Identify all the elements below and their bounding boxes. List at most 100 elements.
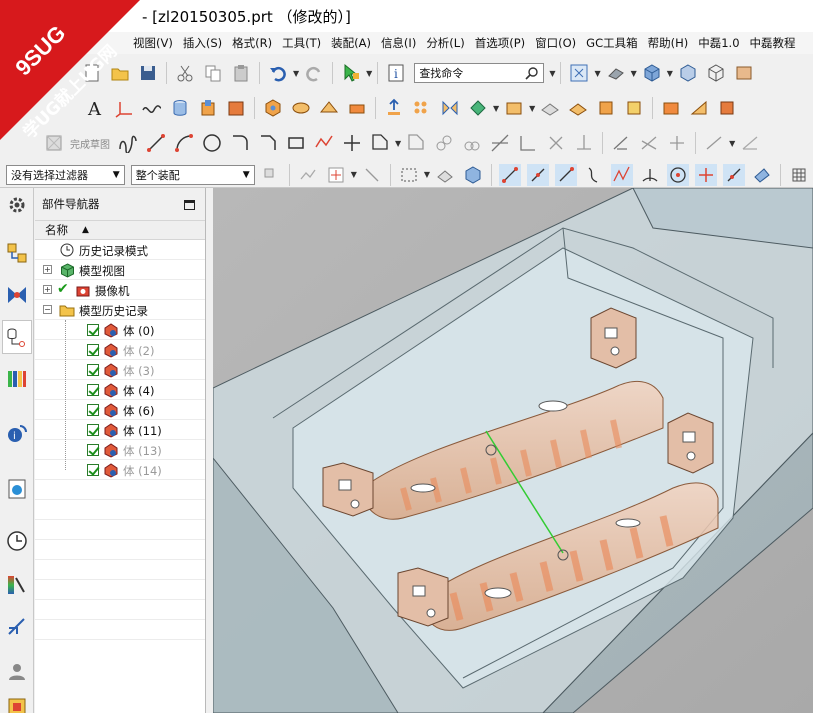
history-palette-icon[interactable] — [6, 478, 28, 500]
snap-point-icon[interactable] — [325, 164, 347, 186]
snap-quadrant-icon[interactable] — [639, 164, 661, 186]
settings-gear-icon[interactable] — [6, 194, 28, 216]
menu-preferences[interactable]: 首选项(P) — [470, 35, 530, 51]
maximize-icon[interactable] — [184, 200, 195, 210]
tree-row[interactable]: 体 (13) — [35, 440, 205, 460]
web-browser-icon[interactable]: i — [6, 422, 28, 444]
redo-icon[interactable] — [303, 62, 325, 84]
text-tool-icon[interactable]: A — [85, 97, 107, 119]
collapse-icon[interactable]: − — [43, 305, 52, 314]
unite-icon[interactable] — [503, 97, 525, 119]
reuse-library-icon[interactable] — [6, 368, 28, 390]
select-scope-icon[interactable] — [260, 164, 282, 186]
tree-row[interactable]: − 模型历史记录 — [35, 300, 205, 320]
chevron-down-icon[interactable]: ▼ — [395, 139, 401, 148]
new-file-icon[interactable] — [81, 62, 103, 84]
tree-row[interactable]: 历史记录模式 — [35, 240, 205, 260]
snap-point-on-curve-icon[interactable] — [723, 163, 745, 186]
command-search-input[interactable]: 查找命令 — [414, 63, 545, 83]
snap-existing-point-icon[interactable] — [695, 163, 717, 186]
assembly-navigator-icon[interactable] — [6, 242, 28, 264]
menu-format[interactable]: 格式(R) — [227, 35, 277, 51]
line-icon[interactable] — [145, 132, 167, 154]
tree-row[interactable]: 体 (0) — [35, 320, 205, 340]
menu-zhonglei[interactable]: 中磊1.0 — [693, 35, 744, 51]
orient-view-icon[interactable] — [677, 62, 699, 84]
mounting-tab-left[interactable] — [322, 462, 374, 517]
open-folder-icon[interactable] — [109, 62, 131, 84]
revolve-icon[interactable] — [225, 97, 247, 119]
cursor-pick-icon[interactable] — [361, 164, 383, 186]
shaded-cube-icon[interactable] — [641, 62, 663, 84]
chevron-down-icon[interactable]: ▼ — [366, 69, 372, 78]
visible-check-icon[interactable]: ✔ — [57, 281, 69, 297]
mounting-tab-bottom-left[interactable] — [397, 567, 449, 627]
menu-assembly[interactable]: 装配(A) — [326, 35, 376, 51]
tree-row[interactable]: 体 (4) — [35, 380, 205, 400]
offset-curve-icon[interactable] — [369, 132, 391, 154]
shell-icon[interactable] — [660, 97, 682, 119]
copy-icon[interactable] — [202, 62, 224, 84]
tree-row[interactable]: + 模型视图 — [35, 260, 205, 280]
snap-midpoint-icon[interactable] — [527, 163, 549, 186]
snap-point-on-face-icon[interactable] — [751, 164, 773, 186]
chevron-down-icon[interactable]: ▼ — [493, 104, 499, 113]
visibility-checkbox[interactable] — [87, 384, 99, 396]
cylinder-icon[interactable] — [169, 97, 191, 119]
pocket-icon[interactable] — [318, 97, 340, 119]
split-body-icon[interactable] — [567, 97, 589, 119]
tree-row[interactable]: + ✔ 摄像机 — [35, 280, 205, 300]
boss-icon[interactable] — [290, 97, 312, 119]
grid-icon[interactable] — [788, 164, 810, 186]
snap-intersection-icon[interactable] — [611, 163, 633, 186]
undo-icon[interactable] — [267, 62, 289, 84]
color-palette-icon[interactable] — [6, 574, 28, 596]
wireframe-cube-icon[interactable] — [705, 62, 727, 84]
mirror-curve-icon[interactable] — [433, 132, 455, 154]
mounting-tab-top-right[interactable] — [590, 307, 637, 369]
alternate-solution-icon[interactable] — [739, 132, 761, 154]
chevron-down-icon[interactable]: ▼ — [549, 69, 555, 78]
arc-icon[interactable] — [173, 132, 195, 154]
system-materials-icon[interactable] — [6, 696, 28, 713]
menu-tools[interactable]: 工具(T) — [277, 35, 326, 51]
visibility-checkbox[interactable] — [87, 344, 99, 356]
motion-navigator-icon[interactable] — [6, 616, 28, 638]
move-face-icon[interactable] — [383, 97, 405, 119]
offset-face-icon[interactable] — [595, 97, 617, 119]
datum-csys-icon[interactable] — [113, 97, 135, 119]
expand-icon[interactable]: + — [43, 265, 52, 274]
constraint-icon[interactable] — [638, 132, 660, 154]
finish-sketch-icon[interactable] — [43, 132, 65, 154]
fillet-icon[interactable] — [229, 132, 251, 154]
search-icon[interactable] — [525, 66, 539, 83]
mounting-tab-right[interactable] — [667, 412, 714, 474]
polygon-icon[interactable] — [313, 132, 335, 154]
snap-control-point-icon[interactable] — [555, 163, 577, 186]
chevron-down-icon[interactable]: ▼ — [424, 170, 430, 179]
mirror-icon[interactable] — [439, 97, 461, 119]
select-face-icon[interactable] — [462, 164, 484, 186]
dimension-icon[interactable] — [610, 132, 632, 154]
tree-row[interactable]: 体 (2) — [35, 340, 205, 360]
circle-icon[interactable] — [201, 132, 223, 154]
intersection-curve-icon[interactable] — [461, 132, 483, 154]
tree-row[interactable]: 体 (3) — [35, 360, 205, 380]
quick-extend-icon[interactable] — [517, 132, 539, 154]
point-icon[interactable] — [341, 132, 363, 154]
auto-constraint-icon[interactable] — [666, 132, 688, 154]
selection-filter-dropdown[interactable]: 没有选择过滤器 ▼ — [6, 164, 125, 185]
chevron-down-icon[interactable]: ▼ — [594, 69, 600, 78]
section-view-icon[interactable] — [733, 62, 755, 84]
visibility-checkbox[interactable] — [87, 424, 99, 436]
chevron-down-icon[interactable]: ▼ — [729, 139, 735, 148]
name-column-header[interactable]: 名称 ▲ — [35, 220, 205, 240]
profile-icon[interactable] — [117, 132, 139, 154]
visibility-checkbox[interactable] — [87, 464, 99, 476]
blend-icon[interactable] — [716, 97, 738, 119]
draft-icon[interactable] — [623, 97, 645, 119]
part-navigator-icon[interactable] — [2, 320, 32, 354]
chevron-down-icon[interactable]: ▼ — [293, 69, 299, 78]
tree-row[interactable]: 体 (6) — [35, 400, 205, 420]
menu-zhonglei-tutorial[interactable]: 中磊教程 — [745, 35, 801, 51]
